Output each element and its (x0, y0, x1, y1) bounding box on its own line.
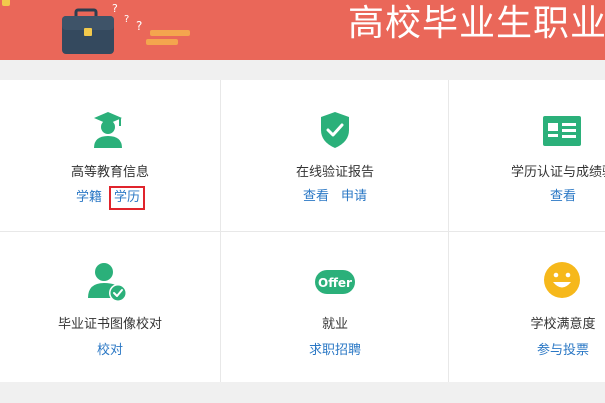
service-title: 就业 (321, 317, 348, 332)
service-links: 参与投票 (449, 342, 605, 360)
shield-check-icon (321, 112, 349, 148)
service-school-satisfaction: 学校满意度 参与投票 (449, 232, 605, 383)
service-links: 查看 (449, 188, 605, 206)
link-apply[interactable]: 申请 (341, 189, 367, 204)
site-title: 高校毕业生职业 (348, 3, 605, 44)
link-job-search[interactable]: 求职招聘 (309, 343, 361, 358)
page-background (0, 382, 605, 403)
service-title: 学校满意度 (530, 317, 596, 332)
link-degree[interactable]: 学历 (108, 186, 146, 210)
service-links: 查看 申请 (221, 188, 449, 206)
user-check-icon (88, 263, 127, 302)
services-panel: 高等教育信息 学籍 学历 在线验证报告 查看 申请 学历认证与成绩验 查看 毕业… (0, 80, 605, 382)
service-links: 校对 (0, 342, 220, 360)
service-title: 在线验证报告 (295, 165, 374, 180)
svg-text:?: ? (112, 2, 118, 15)
header-banner: ? ? ? 高校毕业生职业 (0, 0, 605, 60)
service-degree-certification: 学历认证与成绩验 查看 (449, 80, 605, 231)
link-student-status[interactable]: 学籍 (76, 190, 102, 205)
link-proofread[interactable]: 校对 (97, 343, 123, 358)
service-title: 高等教育信息 (70, 165, 149, 180)
smiley-face-icon (544, 262, 580, 298)
service-employment: Offer 就业 求职招聘 (221, 232, 449, 383)
badge-text: Offer (318, 276, 352, 290)
service-title: 学历认证与成绩验 (510, 165, 605, 180)
service-certificate-image-check: 毕业证书图像校对 校对 (0, 232, 220, 383)
service-online-verification: 在线验证报告 查看 申请 (221, 80, 449, 231)
offer-badge-icon: Offer (315, 270, 355, 294)
link-view[interactable]: 查看 (303, 189, 329, 204)
certificate-card-icon (543, 116, 581, 146)
service-higher-education-info: 高等教育信息 学籍 学历 (0, 80, 220, 231)
link-vote[interactable]: 参与投票 (537, 343, 589, 358)
link-view[interactable]: 查看 (550, 189, 576, 204)
svg-text:?: ? (124, 14, 129, 25)
service-links: 求职招聘 (221, 342, 449, 360)
pencil-icon (146, 30, 190, 45)
graduate-icon (94, 112, 122, 148)
decoration (2, 0, 10, 6)
service-links: 学籍 学历 (0, 186, 218, 210)
service-title: 毕业证书图像校对 (57, 317, 162, 332)
svg-text:?: ? (136, 19, 142, 33)
